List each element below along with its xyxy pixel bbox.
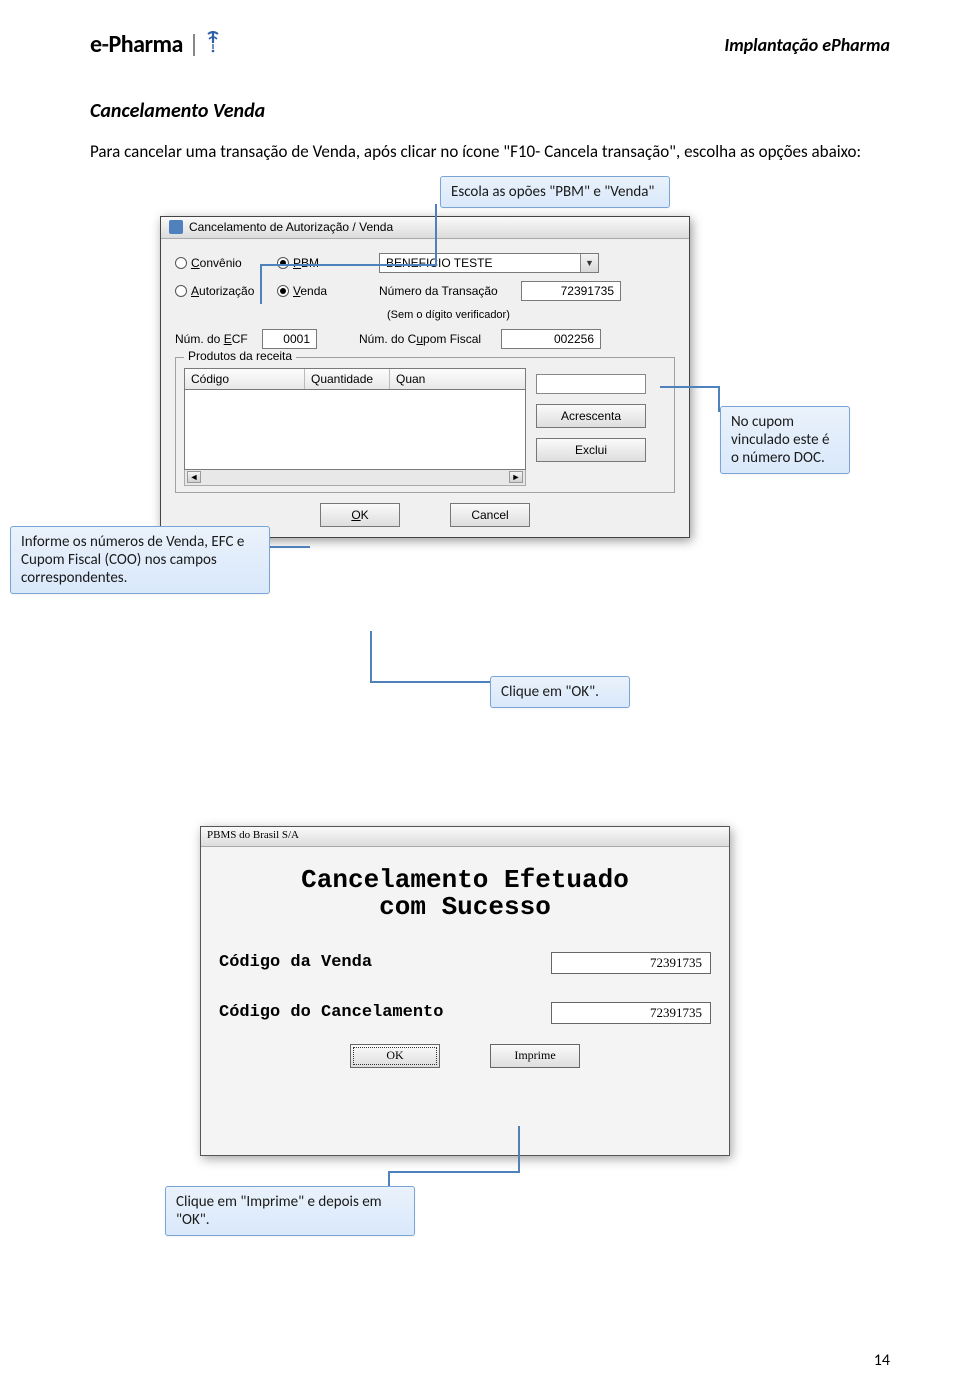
callout-line — [435, 204, 437, 264]
dialog-titlebar[interactable]: Cancelamento de Autorização / Venda — [161, 217, 689, 239]
label-sem-digito: (Sem o dígito verificador) — [387, 309, 510, 321]
callout-line — [390, 1171, 520, 1173]
radio-autorizacao[interactable]: Autorização — [175, 284, 265, 298]
chevron-down-icon: ▼ — [580, 254, 598, 272]
callout-line — [660, 386, 720, 388]
field-num-cupom[interactable]: 002256 — [501, 329, 601, 349]
success-dialog: PBMS do Brasil S/A Cancelamento Efetuado… — [200, 826, 730, 1156]
callout-line — [370, 681, 490, 683]
dialog-icon — [169, 220, 183, 234]
scroll-left-icon[interactable]: ◄ — [187, 471, 201, 483]
col-codigo[interactable]: Código — [185, 369, 305, 389]
callout-top: Escola as opões "PBM" e "Venda" — [440, 176, 670, 208]
figure-area-2: PBMS do Brasil S/A Cancelamento Efetuado… — [80, 826, 880, 1246]
figure-area-1: Escola as opões "PBM" e "Venda" No cupom… — [60, 176, 860, 736]
horizontal-scrollbar[interactable]: ◄ ► — [184, 470, 526, 486]
field-num-transacao[interactable]: 72391735 — [521, 281, 621, 301]
field-num-ecf[interactable]: 0001 — [262, 329, 317, 349]
label-codigo-venda: Código da Venda — [219, 953, 372, 972]
pbm-dropdown-value: BENEFICIO TESTE — [386, 256, 492, 270]
dialog2-titlebar[interactable]: PBMS do Brasil S/A — [201, 827, 729, 847]
success-heading-l1: Cancelamento Efetuado — [301, 865, 629, 895]
success-heading-l2: com Sucesso — [379, 892, 551, 922]
logo-e: e — [90, 30, 102, 59]
radio-convenio[interactable]: Convênio — [175, 256, 265, 270]
radio-venda[interactable]: Venda — [277, 284, 367, 298]
col-quan2[interactable]: Quan — [390, 369, 525, 389]
logo: e-Pharma — [90, 30, 221, 59]
callout-line — [260, 264, 437, 266]
logo-divider — [193, 34, 195, 56]
value-codigo-cancelamento: 72391735 — [551, 1002, 711, 1024]
logo-pharma: Pharma — [108, 30, 182, 59]
callout-bottom: Clique em "Imprime" e depois em "OK". — [165, 1186, 415, 1236]
ok-button-2[interactable]: OK — [350, 1044, 440, 1068]
radio-icon — [277, 257, 289, 269]
success-heading: Cancelamento Efetuado com Sucesso — [211, 867, 719, 922]
radio-pbm-label: PBM — [293, 256, 319, 270]
group-legend: Produtos da receita — [184, 349, 296, 363]
callout-line — [518, 1126, 520, 1173]
produtos-group: Produtos da receita Código Quantidade Qu… — [175, 357, 675, 493]
radio-convenio-label: onvênio — [200, 256, 242, 270]
col-quantidade[interactable]: Quantidade — [305, 369, 390, 389]
callout-line — [370, 631, 372, 681]
label-codigo-cancelamento: Código do Cancelamento — [219, 1003, 443, 1022]
radio-icon — [175, 257, 187, 269]
radio-icon — [175, 285, 187, 297]
page-header: e-Pharma Implantação ePharma — [90, 30, 890, 59]
scroll-right-icon[interactable]: ► — [509, 471, 523, 483]
label-num-cupom: Núm. do Cupom Fiscal — [359, 332, 489, 346]
dialog-title: Cancelamento de Autorização / Venda — [189, 220, 393, 234]
intro-paragraph: Para cancelar uma transação de Venda, ap… — [90, 141, 890, 164]
cancel-button[interactable]: Cancel — [450, 503, 530, 527]
callout-right: No cupom vinculado este é o número DOC. — [720, 406, 850, 474]
table-header: Código Quantidade Quan — [184, 368, 526, 390]
logo-icon — [205, 31, 221, 58]
pbm-dropdown[interactable]: BENEFICIO TESTE ▼ — [379, 253, 599, 273]
exclui-button[interactable]: Exclui — [536, 438, 646, 462]
imprime-button[interactable]: Imprime — [490, 1044, 580, 1068]
callout-line — [260, 264, 262, 304]
radio-pbm[interactable]: PBM — [277, 256, 367, 270]
value-codigo-venda: 72391735 — [551, 952, 711, 974]
callout-line — [270, 546, 310, 548]
acrescenta-button[interactable]: Acrescenta — [536, 404, 646, 428]
callout-ok: Clique em "OK". — [490, 676, 630, 708]
callout-left: Informe os números de Venda, EFC e Cupom… — [10, 526, 270, 594]
section-heading: Cancelamento Venda — [90, 99, 890, 123]
side-input[interactable] — [536, 374, 646, 394]
label-num-ecf: Núm. do ECF — [175, 332, 250, 346]
ok-button[interactable]: OK — [320, 503, 400, 527]
radio-icon — [277, 285, 289, 297]
label-num-transacao: Número da Transação — [379, 284, 509, 298]
doc-title: Implantação ePharma — [724, 34, 890, 56]
table-body[interactable] — [184, 390, 526, 470]
page-number: 14 — [874, 1351, 890, 1370]
